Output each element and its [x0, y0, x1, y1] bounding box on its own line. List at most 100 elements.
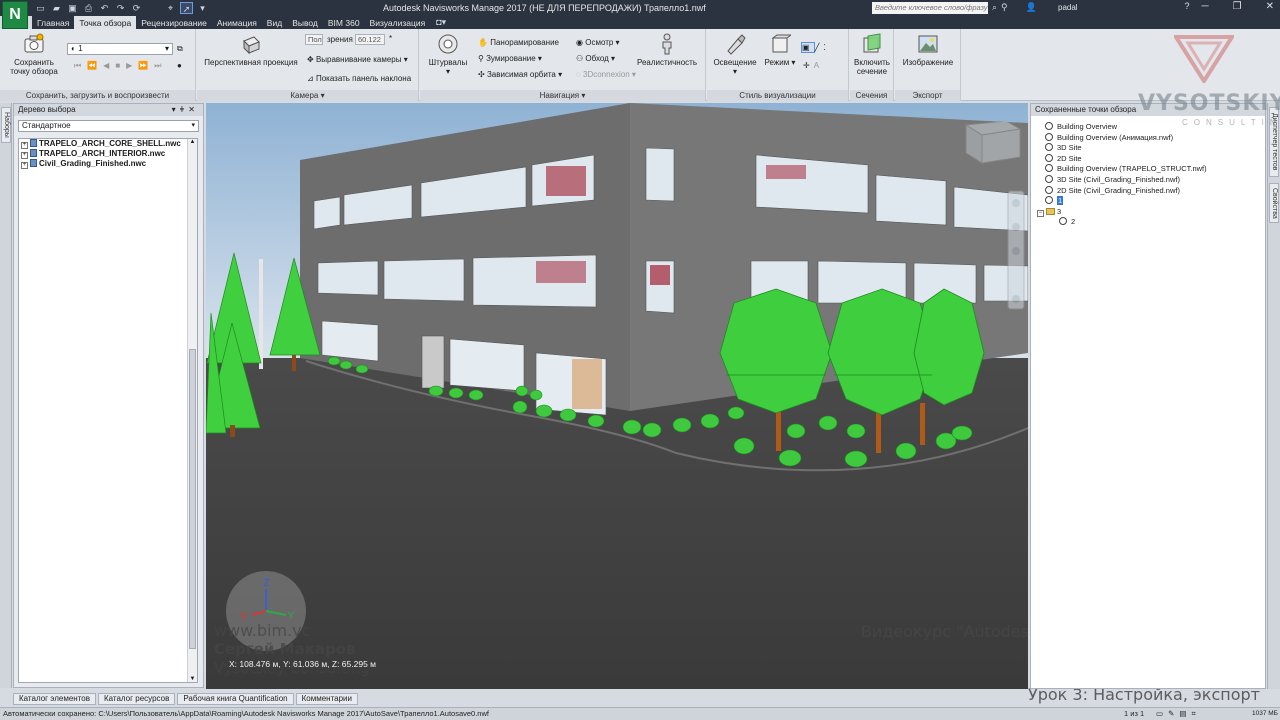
network-icon[interactable]: ⌗: [1191, 709, 1200, 718]
expand-icon[interactable]: +: [21, 162, 28, 169]
zoom-button[interactable]: ⚲ Зумирование ▾: [478, 54, 542, 64]
tree-scrollbar[interactable]: ▲ ▼: [187, 139, 197, 682]
surfaces-icon[interactable]: ▣: [801, 42, 815, 53]
redo-icon[interactable]: ↷: [114, 2, 127, 14]
viewpoint-item[interactable]: 2D Site: [1045, 153, 1207, 165]
select-pointer-icon[interactable]: ➚: [180, 2, 193, 14]
help-icon[interactable]: ?: [1185, 1, 1190, 12]
enable-sectioning-button[interactable]: Включить сечение: [852, 33, 892, 76]
look-around-button[interactable]: ◉ Осмотр ▾: [576, 38, 620, 48]
orbit-button[interactable]: ✣ Зависимая орбита ▾: [478, 70, 562, 80]
minimize-icon[interactable]: ─: [1202, 1, 1209, 12]
text-icon[interactable]: A: [814, 61, 823, 70]
viewpoint-item[interactable]: 3D Site: [1045, 143, 1207, 154]
pencil-icon[interactable]: ✎: [1168, 709, 1179, 718]
app-menu-button[interactable]: N: [2, 1, 28, 29]
mode-button[interactable]: Режим ▾: [763, 33, 797, 67]
perspective-button[interactable]: Перспективная проекция: [203, 33, 299, 67]
scroll-down-icon[interactable]: ▼: [188, 676, 197, 682]
field-of-view-input[interactable]: 60.122: [355, 34, 385, 45]
undo-icon[interactable]: ↶: [98, 2, 111, 14]
viewpoint-item[interactable]: 3D Site (Civil_Grading_Finished.nwf): [1045, 174, 1207, 186]
record-icon[interactable]: ●: [177, 61, 182, 71]
lighting-button[interactable]: Освещение ▾: [711, 33, 759, 76]
select-arrow-icon[interactable]: ⌖: [164, 2, 177, 14]
expand-icon[interactable]: +: [21, 152, 28, 159]
tab-viewpoint[interactable]: Точка обзора: [74, 16, 137, 29]
render-style-tools-2[interactable]: ✛A: [803, 61, 823, 71]
status-tools[interactable]: ▭✎▤⌗: [1156, 708, 1201, 720]
panel-options-icon[interactable]: ▾: [172, 105, 180, 114]
close-icon[interactable]: ✕: [1266, 1, 1274, 12]
viewpoint-item-selected[interactable]: 1: [1045, 196, 1207, 207]
tab-bim360[interactable]: BIM 360: [323, 16, 365, 29]
show-tilt-button[interactable]: ⊿ Показать панель наклона: [307, 74, 411, 84]
viewpoint-item[interactable]: Building Overview (TRAPELO_STRUCT.nwf): [1045, 164, 1207, 175]
viewpoint-icon: [1045, 132, 1053, 141]
user-name[interactable]: padal: [1058, 3, 1078, 12]
search-input[interactable]: Введите ключевое слово/фразу: [872, 2, 988, 14]
viewpoint-item[interactable]: 2: [1059, 217, 1207, 228]
page-nav-icon[interactable]: ▭: [1156, 709, 1168, 718]
tab-resource-catalog[interactable]: Каталог ресурсов: [97, 693, 176, 705]
pan-button[interactable]: ✋ Панорамирование: [478, 38, 559, 48]
connexion-button[interactable]: ◌ 3Dconnexion ▾: [576, 70, 636, 80]
tree-item[interactable]: + TRAPELO_ARCH_INTERIOR.nwc: [19, 149, 197, 159]
align-camera-button[interactable]: ✥ Выравнивание камеры ▾: [307, 55, 408, 65]
save-viewpoint-button[interactable]: Сохранить точку обзора: [6, 33, 62, 76]
tree-mode-select[interactable]: Стандартное ▾: [18, 120, 199, 132]
snap-points-icon[interactable]: ✛: [803, 61, 814, 70]
save-icon[interactable]: ▣: [66, 2, 79, 14]
collapse-icon[interactable]: −: [1037, 209, 1044, 217]
viewpoint-edit-icon[interactable]: ⧉: [177, 44, 183, 54]
print-icon[interactable]: ⎙: [82, 2, 95, 14]
points-icon[interactable]: ⁚: [823, 43, 830, 52]
properties-tab[interactable]: Свойства: [1269, 183, 1279, 223]
tree-item[interactable]: + Civil_Grading_Finished.nwc: [19, 159, 197, 169]
tree-item[interactable]: + TRAPELO_ARCH_CORE_SHELL.nwc: [19, 139, 197, 149]
playback-controls[interactable]: ⏮⏪◀■▶⏩⏭: [74, 61, 167, 71]
align-icon: ✥: [307, 55, 314, 64]
tab-review[interactable]: Рецензирование: [136, 16, 212, 29]
viewpoint-folder[interactable]: −3: [1037, 207, 1207, 218]
tab-comments[interactable]: Комментарии: [295, 693, 358, 705]
user-icon[interactable]: 👤: [1026, 2, 1037, 13]
viewpoint-item[interactable]: 2D Site (Civil_Grading_Finished.nwf): [1045, 185, 1207, 197]
tab-home[interactable]: Главная: [32, 16, 74, 29]
author-name: Сергей Макаров: [214, 640, 356, 658]
tab-output[interactable]: Вывод: [287, 16, 323, 29]
disk-icon[interactable]: ▤: [1179, 709, 1191, 718]
panel-close-icon[interactable]: ✕: [188, 105, 199, 114]
realism-button[interactable]: Реалистичность: [634, 33, 700, 67]
navigation-bar[interactable]: [1007, 190, 1025, 310]
search-icon[interactable]: ⌕: [992, 2, 997, 13]
viewpoint-item[interactable]: Building Overview: [1045, 122, 1207, 133]
scroll-up-icon[interactable]: ▲: [188, 139, 197, 145]
view-cube[interactable]: [964, 120, 1022, 164]
tab-quantification-workbook[interactable]: Рабочая книга Quantification: [177, 693, 294, 705]
binoculars-icon[interactable]: ⚲: [1001, 2, 1008, 13]
tab-visualization[interactable]: Визуализация: [365, 16, 431, 29]
open-folder-icon[interactable]: ▰: [50, 2, 63, 14]
sets-tab[interactable]: Наборы: [1, 107, 11, 143]
image-export-button[interactable]: Изображение: [899, 33, 957, 67]
qat-dropdown-icon[interactable]: ▾: [196, 2, 209, 14]
scroll-thumb[interactable]: [189, 349, 196, 649]
asterisk-icon[interactable]: *: [389, 34, 392, 44]
3d-viewport[interactable]: Z X Y: [206, 103, 1028, 689]
tab-view[interactable]: Вид: [262, 16, 287, 29]
steering-wheels-button[interactable]: Штурвалы ▾: [426, 33, 470, 76]
render-style-tools[interactable]: ▣╱⁚: [801, 42, 830, 53]
pin-icon[interactable]: ǂ: [180, 105, 189, 114]
viewpoint-dropdown[interactable]: ◐ 1 ▾: [67, 43, 173, 55]
tests-manager-tab[interactable]: Диспетчер тестов: [1269, 107, 1279, 177]
tab-animation[interactable]: Анимация: [212, 16, 262, 29]
expand-icon[interactable]: +: [21, 142, 28, 149]
viewpoint-item[interactable]: Building Overview (Анимация.nwf): [1045, 132, 1207, 144]
walk-button[interactable]: ⚇ Обход ▾: [576, 54, 615, 64]
restore-icon[interactable]: ❐: [1233, 1, 1242, 12]
new-file-icon[interactable]: ▭: [34, 2, 47, 14]
ribbon-options-icon[interactable]: ◘▾: [430, 16, 452, 29]
tab-item-catalog[interactable]: Каталог элементов: [13, 693, 96, 705]
refresh-icon[interactable]: ⟳: [130, 2, 143, 14]
